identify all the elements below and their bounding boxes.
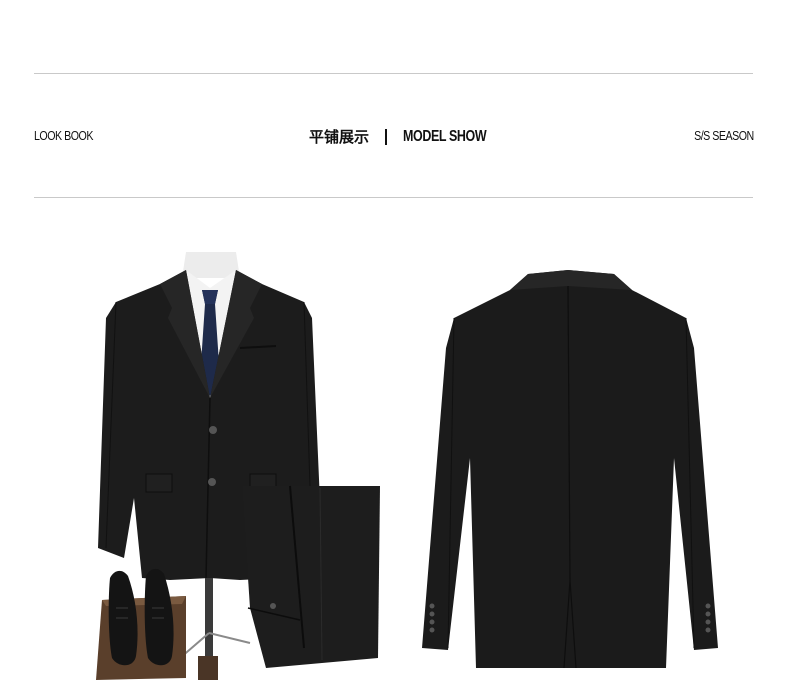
title-chinese: 平铺展示 xyxy=(309,128,370,146)
section-title: 平铺展示 MODEL SHOW xyxy=(309,126,510,147)
look-book-label: LOOK BOOK xyxy=(34,128,93,143)
title-separator xyxy=(385,128,388,145)
front-suit-image xyxy=(90,248,385,683)
title-english: MODEL SHOW xyxy=(403,127,487,145)
bottom-divider xyxy=(34,197,753,198)
season-label: S/S SEASON xyxy=(694,128,754,143)
back-jacket-image xyxy=(418,268,723,673)
top-divider xyxy=(34,73,753,74)
